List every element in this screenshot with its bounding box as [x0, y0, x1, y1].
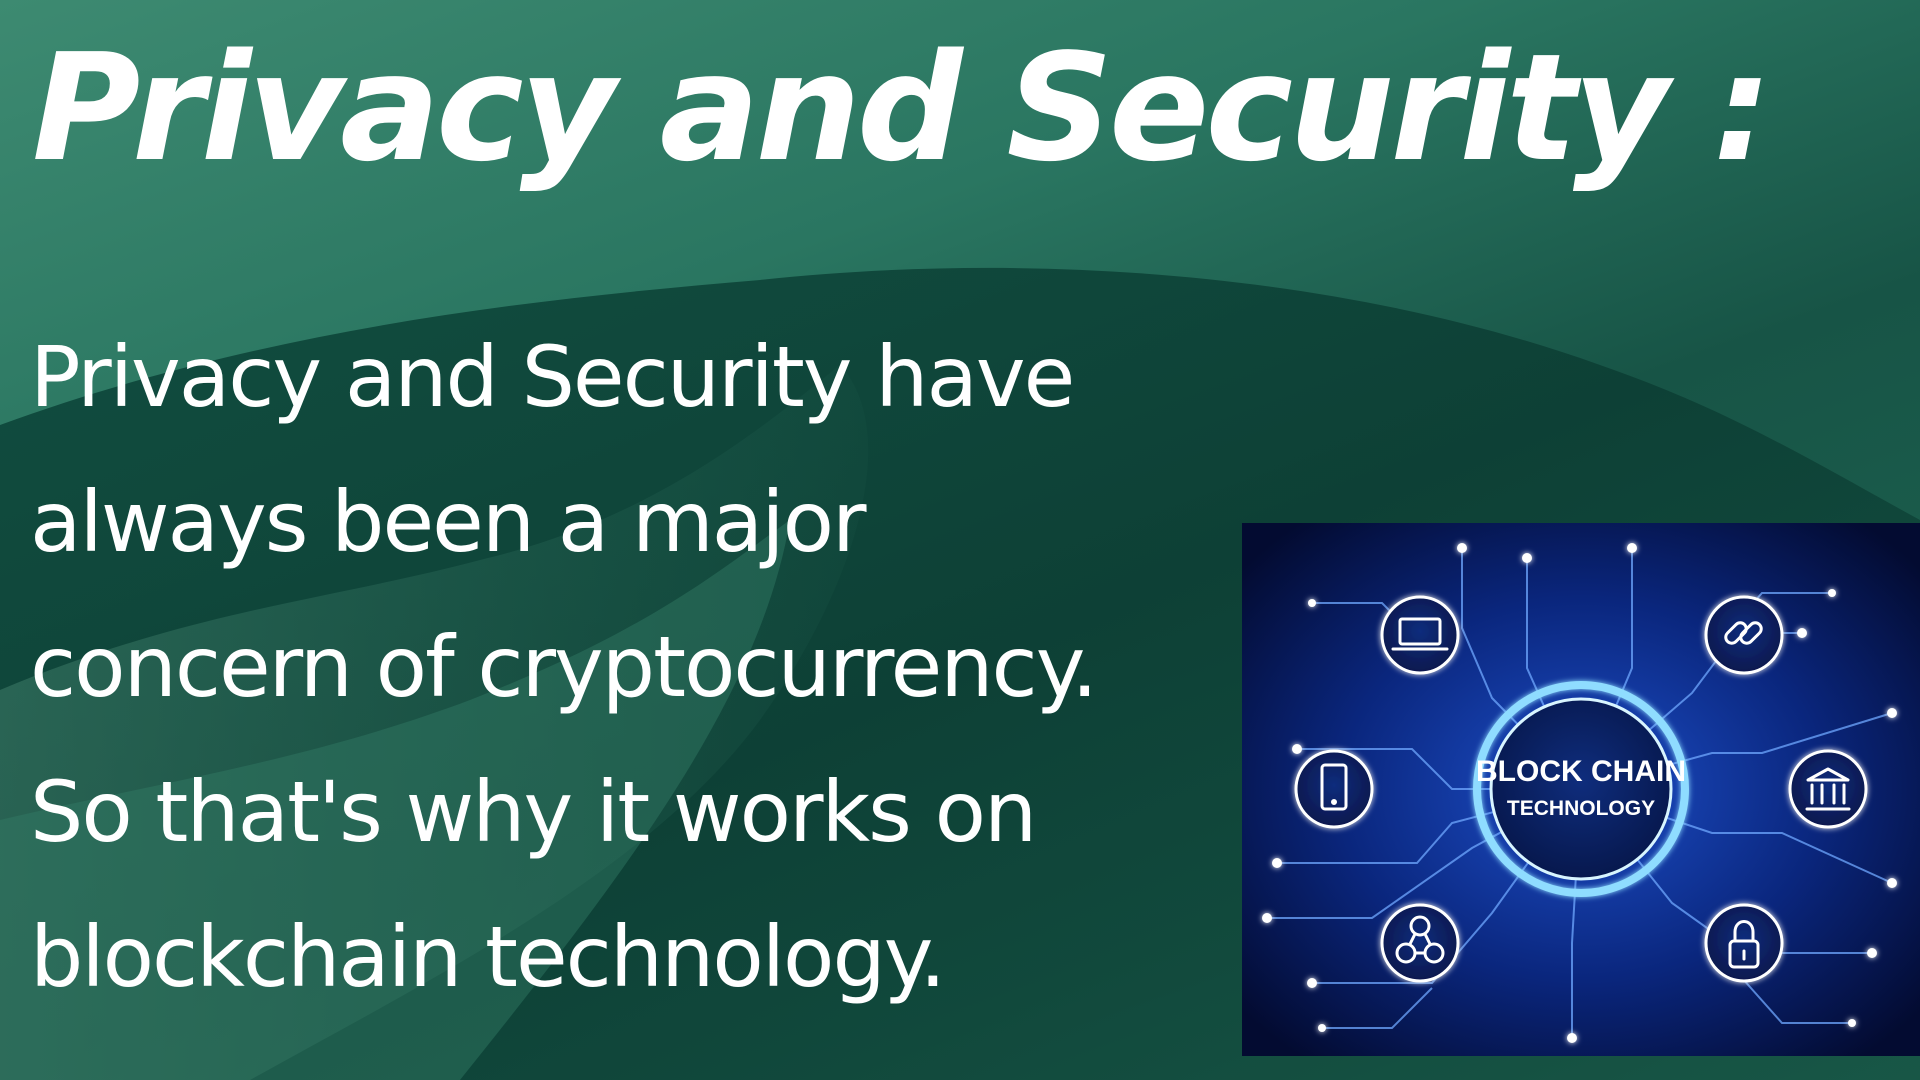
- slide-title: Privacy and Security :: [32, 22, 1772, 194]
- blockchain-center-title: BLOCK CHAIN: [1476, 755, 1686, 788]
- laptop-node: [1380, 595, 1460, 675]
- slide-body-text: Privacy and Security have always been a …: [30, 328, 1098, 1006]
- lock-node: [1704, 903, 1784, 983]
- bank-node: [1788, 749, 1868, 829]
- blockchain-center-subtitle: TECHNOLOGY: [1507, 797, 1655, 820]
- circuit-board-graphic: BLOCK CHAIN TECHNOLOGY: [1242, 523, 1920, 1056]
- tablet-node: [1294, 749, 1374, 829]
- blockchain-center-node: BLOCK CHAIN TECHNOLOGY: [1473, 681, 1689, 897]
- blockchain-technology-illustration: BLOCK CHAIN TECHNOLOGY: [1242, 523, 1920, 1056]
- presentation-slide: Privacy and Security : Privacy and Secur…: [0, 0, 1920, 1080]
